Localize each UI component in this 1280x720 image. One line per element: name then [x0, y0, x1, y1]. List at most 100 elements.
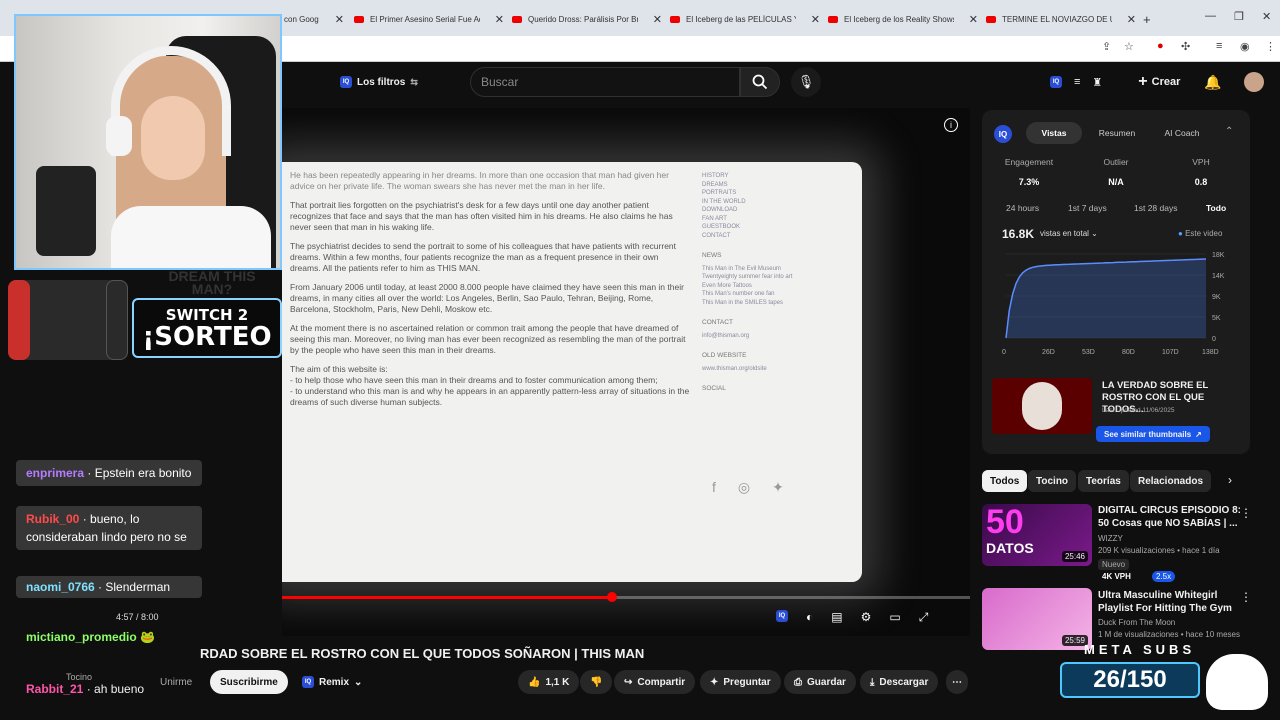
- x-tick-label: 0: [1002, 349, 1006, 356]
- filters-button[interactable]: IQ Los filtros ⇆: [340, 71, 418, 93]
- tab-ai-coach[interactable]: AI Coach: [1152, 122, 1212, 144]
- video-frame-website: He has been repeatedly appearing in her …: [282, 162, 862, 582]
- youtube-icon: [354, 15, 364, 23]
- close-tab-icon[interactable]: ✕: [969, 13, 978, 26]
- news-link: Twentyeighty summer fear into art: [702, 274, 793, 280]
- views-mode-label: vistas en total: [1040, 229, 1089, 238]
- subscribe-button[interactable]: Suscribirme: [210, 670, 288, 694]
- dislike-button[interactable]: 👎: [580, 670, 613, 694]
- create-button[interactable]: + Crear: [1138, 73, 1180, 91]
- extensions-puzzle-icon[interactable]: ✣: [1181, 40, 1190, 53]
- iq-player-icon[interactable]: IQ: [776, 610, 788, 622]
- voice-search-button[interactable]: 🎙: [791, 67, 821, 97]
- video-actions: Unirme Suscribirme IQ Remix ⌄ 👍 1,1 K 👎 ↪ Co…: [150, 670, 980, 694]
- notifications-bell-icon[interactable]: 🔔: [1204, 74, 1221, 91]
- tab-resumen[interactable]: Resumen: [1090, 122, 1144, 144]
- chat-message: mictiano_promedio 🐸: [26, 628, 155, 646]
- close-tab-icon[interactable]: ✕: [495, 13, 504, 26]
- more-actions-button[interactable]: ⋯: [946, 670, 968, 694]
- contact-email: info@thisman.org: [702, 332, 750, 339]
- browser-tab[interactable]: El Primer Asesino Serial Fue Ad ✕: [354, 8, 504, 30]
- side-link: IN THE WORLD: [702, 198, 746, 205]
- account-avatar[interactable]: [1243, 72, 1264, 92]
- search-button[interactable]: [740, 67, 780, 97]
- media-icon[interactable]: ≡: [1216, 40, 1222, 52]
- video-progress-bar[interactable]: [282, 592, 970, 602]
- range-24h[interactable]: 24 hours: [1006, 203, 1039, 213]
- video-title: DIGITAL CIRCUS EPISODIO 8: 50 Cosas que …: [1098, 505, 1241, 529]
- close-window-icon[interactable]: ✕: [1262, 10, 1271, 23]
- profile-icon[interactable]: ◉: [1240, 40, 1250, 53]
- info-icon[interactable]: i: [944, 118, 958, 132]
- browser-tab[interactable]: TERMINE EL NOVIAZGO DE UN ✕: [986, 8, 1136, 30]
- range-28d[interactable]: 1st 28 days: [1134, 203, 1177, 213]
- like-button[interactable]: 👍 1,1 K: [518, 670, 580, 694]
- similar-thumbnails-button[interactable]: See similar thumbnails ↗: [1096, 426, 1210, 442]
- tab-vistas[interactable]: Vistas: [1026, 122, 1082, 144]
- more-options-icon[interactable]: ⋮: [1240, 506, 1252, 520]
- video-thumbnail[interactable]: 50 DATOS 25:46: [982, 504, 1092, 566]
- autoplay-toggle-icon[interactable]: ◐: [806, 610, 813, 625]
- settings-gear-icon[interactable]: ⚙: [861, 610, 872, 625]
- video-player[interactable]: He has been repeatedly appearing in her …: [282, 108, 970, 636]
- minimize-icon[interactable]: —: [1205, 10, 1216, 22]
- scrubber-handle[interactable]: [607, 592, 618, 602]
- news-link: This Man's number one fan: [702, 291, 775, 297]
- subtitles-icon[interactable]: ▤: [831, 610, 842, 625]
- stat-label: VPH: [1192, 157, 1210, 167]
- close-tab-icon[interactable]: ✕: [653, 13, 662, 26]
- chat-username: enprimera: [26, 466, 85, 480]
- close-tab-icon[interactable]: ✕: [1127, 13, 1136, 26]
- share-button[interactable]: ↪ Compartir: [614, 670, 696, 694]
- more-options-icon[interactable]: ⋮: [1240, 590, 1252, 604]
- search-icon: [752, 74, 768, 90]
- views-mode-dropdown[interactable]: vistas en total ⌄: [1040, 229, 1098, 238]
- range-all[interactable]: Todo: [1206, 203, 1226, 213]
- download-button[interactable]: ⤓ Descargar: [860, 670, 939, 694]
- chip-teorias[interactable]: Teorías: [1078, 470, 1129, 492]
- extension-icon[interactable]: ●: [1157, 40, 1164, 52]
- youtube-icon: [986, 15, 996, 23]
- chip-relacionados[interactable]: Relacionados: [1130, 470, 1212, 492]
- joycon-right: [106, 280, 128, 360]
- search-input[interactable]: Buscar: [470, 67, 740, 97]
- browser-tab[interactable]: Querido Dross: Parálisis Por Bru ✕: [512, 8, 662, 30]
- miniplayer-icon[interactable]: ▭: [889, 610, 900, 625]
- ask-button[interactable]: ✦ Preguntar: [700, 670, 781, 694]
- remix-button[interactable]: IQ Remix ⌄: [292, 670, 372, 694]
- browser-tab[interactable]: con Goog ✕: [284, 8, 344, 30]
- list-icon[interactable]: ≡: [1074, 76, 1080, 88]
- video-duration: 25:46: [1061, 551, 1088, 562]
- recommended-video[interactable]: 50 DATOS 25:46 DIGITAL CIRCUS EPISODIO 8…: [982, 504, 1272, 584]
- cast-icon[interactable]: ⇪: [1102, 40, 1111, 53]
- close-tab-icon[interactable]: ✕: [811, 13, 820, 26]
- vph-badge: 4K VPH: [1102, 572, 1131, 581]
- video-thumbnail-card: [992, 378, 1092, 434]
- new-tab-button[interactable]: +: [1143, 8, 1157, 30]
- video-meta: 209 K visualizaciones • hace 1 día: [1098, 546, 1220, 555]
- bookmark-star-icon[interactable]: ☆: [1124, 40, 1134, 53]
- plus-icon: +: [1138, 73, 1148, 90]
- save-button[interactable]: ⎙ Guardar: [784, 670, 856, 694]
- range-7d[interactable]: 1st 7 days: [1068, 203, 1107, 213]
- browser-menu-icon[interactable]: ⋮: [1265, 40, 1276, 53]
- doc-paragraph: From January 2006 until today, at least …: [290, 282, 684, 314]
- restore-icon[interactable]: ❐: [1234, 10, 1244, 23]
- collapse-icon[interactable]: ⌃: [1225, 126, 1233, 137]
- chevron-right-icon[interactable]: ›: [1228, 473, 1232, 487]
- fullscreen-icon[interactable]: ⤢: [919, 610, 929, 625]
- chip-tocino[interactable]: Tocino: [1028, 470, 1077, 492]
- join-button[interactable]: Unirme: [150, 670, 202, 694]
- chip-todos[interactable]: Todos: [982, 470, 1028, 492]
- side-link: HISTORY: [702, 173, 729, 179]
- tab-title: El Primer Asesino Serial Fue Ad: [370, 14, 480, 24]
- browser-tab[interactable]: El Iceberg de los Reality Shows ✕: [828, 8, 978, 30]
- video-title: Ultra Masculine Whitegirl Playlist For H…: [1098, 590, 1232, 614]
- facebook-icon: f: [712, 479, 716, 495]
- iq-extension-icon[interactable]: IQ: [1050, 76, 1062, 88]
- chat-username: mictiano_promedio: [26, 630, 137, 644]
- like-count: 1,1 K: [545, 676, 570, 688]
- browser-tab[interactable]: El Iceberg de las PELÍCULAS Y ✕: [670, 8, 820, 30]
- trophy-icon[interactable]: ♜: [1092, 76, 1102, 89]
- close-tab-icon[interactable]: ✕: [335, 13, 344, 26]
